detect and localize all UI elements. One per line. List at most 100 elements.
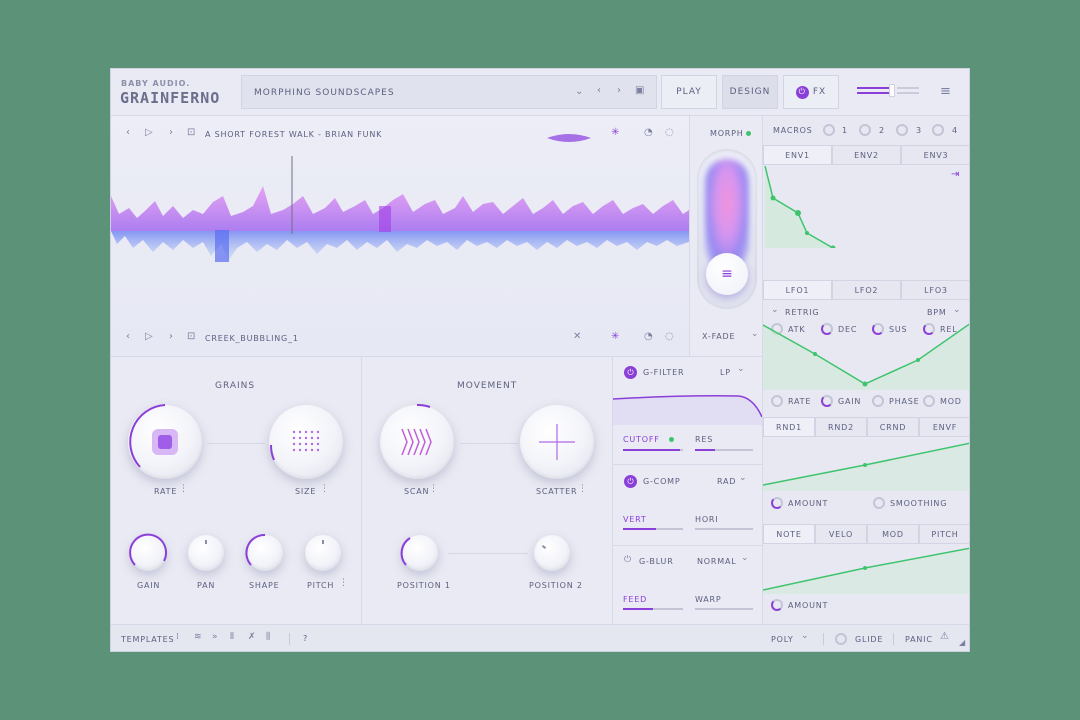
- freeze-icon[interactable]: ✳: [611, 128, 619, 138]
- more-options-icon[interactable]: ⋮: [320, 485, 329, 494]
- tab-envf[interactable]: ENVF: [919, 417, 969, 437]
- tempo-icon[interactable]: ◔: [644, 332, 653, 342]
- retrig-dropdown[interactable]: RETRIG: [785, 308, 819, 317]
- warp-slider[interactable]: [695, 608, 753, 610]
- play-sample-icon[interactable]: ▷: [145, 332, 153, 342]
- hori-slider[interactable]: [695, 528, 753, 530]
- poly-dropdown[interactable]: POLY: [771, 635, 794, 644]
- fx-button[interactable]: ⏻ FX: [783, 75, 839, 109]
- chevron-down-icon[interactable]: ⌄: [953, 306, 961, 315]
- previous-sample-icon[interactable]: ‹: [126, 332, 130, 342]
- chevron-down-icon[interactable]: ⌄: [575, 87, 583, 97]
- feed-slider[interactable]: [623, 608, 683, 610]
- comp-mode-dropdown[interactable]: RAD: [717, 477, 736, 486]
- rate-knob[interactable]: [128, 404, 202, 479]
- chevron-down-icon[interactable]: ⌄: [771, 306, 779, 315]
- lfo-gain-knob[interactable]: [821, 395, 833, 407]
- chevron-down-icon[interactable]: ⌄: [751, 330, 759, 339]
- tab-env2[interactable]: ENV2: [832, 145, 901, 165]
- tab-lfo1[interactable]: LFO1: [763, 280, 832, 300]
- morph-xy-pad[interactable]: ≡: [697, 149, 757, 309]
- feed-label[interactable]: FEED: [623, 595, 647, 604]
- waveform-display[interactable]: [111, 156, 689, 286]
- loop-icon[interactable]: ◌: [665, 332, 674, 342]
- tab-env3[interactable]: ENV3: [901, 145, 969, 165]
- tab-velo[interactable]: VELO: [815, 524, 867, 544]
- pan-knob[interactable]: [188, 535, 224, 571]
- slider-handle[interactable]: [889, 84, 895, 97]
- hori-label[interactable]: HORI: [695, 515, 718, 524]
- lfo-mod-knob[interactable]: [923, 395, 935, 407]
- cutoff-label[interactable]: CUTOFF: [623, 435, 660, 444]
- preset-browser[interactable]: MORPHING SOUNDSCAPES ⌄ ‹ › ▣: [241, 75, 657, 109]
- template-lines-icon[interactable]: ⫼: [266, 633, 270, 642]
- lfo-phase-knob[interactable]: [872, 395, 884, 407]
- gain-knob[interactable]: [129, 533, 167, 571]
- chevron-down-icon[interactable]: ⌄: [741, 554, 749, 563]
- cutoff-slider[interactable]: [623, 449, 683, 451]
- shape-knob[interactable]: [245, 533, 283, 571]
- previous-sample-icon[interactable]: ‹: [126, 128, 130, 138]
- loop-icon[interactable]: ◌: [665, 128, 674, 138]
- more-options-icon[interactable]: ⋮: [429, 485, 438, 494]
- tab-mod[interactable]: MOD: [867, 524, 919, 544]
- pitch-knob[interactable]: [305, 535, 341, 571]
- res-label[interactable]: RES: [695, 435, 713, 444]
- tab-lfo3[interactable]: LFO3: [901, 280, 969, 300]
- chevron-down-icon[interactable]: ⌄: [801, 632, 809, 641]
- res-slider[interactable]: [695, 449, 753, 451]
- template-cross-icon[interactable]: ✗: [248, 633, 256, 642]
- lfo-rate-knob[interactable]: [771, 395, 783, 407]
- next-sample-icon[interactable]: ›: [169, 128, 173, 138]
- filter-curve-display[interactable]: [613, 385, 762, 425]
- size-knob[interactable]: [269, 405, 343, 479]
- scan-knob[interactable]: [380, 403, 454, 479]
- xfade-dropdown[interactable]: X-FADE: [702, 332, 735, 341]
- smoothing-knob[interactable]: [873, 497, 885, 509]
- chevron-down-icon[interactable]: ⌄: [739, 474, 747, 483]
- sample-b-name[interactable]: CREEK_BUBBLING_1: [205, 334, 299, 343]
- macro-knob-4[interactable]: [932, 124, 944, 136]
- vert-label[interactable]: VERT: [623, 515, 647, 524]
- tab-note[interactable]: NOTE: [763, 524, 815, 544]
- tab-lfo2[interactable]: LFO2: [832, 280, 901, 300]
- play-sample-icon[interactable]: ▷: [145, 128, 153, 138]
- help-button[interactable]: ?: [303, 634, 308, 643]
- chevron-down-icon[interactable]: ⌄: [737, 365, 745, 374]
- rnd-amount-knob[interactable]: [771, 497, 783, 509]
- tab-env1[interactable]: ENV1: [763, 145, 832, 165]
- preset-name[interactable]: MORPHING SOUNDSCAPES: [254, 88, 395, 98]
- warning-icon[interactable]: ⚠: [940, 632, 949, 642]
- more-options-icon[interactable]: ⋮: [179, 485, 188, 494]
- template-dots-icon[interactable]: ⁞: [176, 633, 179, 642]
- previous-preset-icon[interactable]: ‹: [597, 86, 601, 96]
- macro-knob-2[interactable]: [859, 124, 871, 136]
- save-icon[interactable]: ▣: [635, 86, 644, 96]
- next-preset-icon[interactable]: ›: [617, 86, 621, 96]
- template-wave-icon[interactable]: ≋: [194, 633, 202, 642]
- note-graph[interactable]: [763, 546, 970, 594]
- design-view-button[interactable]: DESIGN: [722, 75, 778, 109]
- freeze-icon[interactable]: ✳: [611, 332, 619, 342]
- panic-button[interactable]: PANIC: [905, 635, 933, 644]
- morph-handle[interactable]: ≡: [706, 253, 748, 295]
- menu-icon[interactable]: ≡: [940, 85, 951, 98]
- random-graph[interactable]: [763, 441, 970, 491]
- blur-mode-dropdown[interactable]: NORMAL: [697, 557, 736, 566]
- position1-knob[interactable]: [400, 535, 438, 571]
- tab-rnd2[interactable]: RND2: [815, 417, 867, 437]
- lfo-graph[interactable]: [763, 320, 970, 390]
- envelope-graph[interactable]: [763, 166, 970, 248]
- scatter-knob[interactable]: [520, 405, 594, 479]
- output-level-slider[interactable]: [857, 84, 919, 99]
- play-view-button[interactable]: PLAY: [661, 75, 717, 109]
- template-arrows-icon[interactable]: »: [212, 633, 218, 642]
- tempo-icon[interactable]: ◔: [644, 128, 653, 138]
- lock-icon[interactable]: ⊡: [187, 332, 195, 342]
- more-options-icon[interactable]: ⋮: [578, 485, 587, 494]
- close-icon[interactable]: ✕: [573, 332, 581, 342]
- template-bars-icon[interactable]: ⦀: [230, 633, 234, 642]
- next-sample-icon[interactable]: ›: [169, 332, 173, 342]
- filter-mode-dropdown[interactable]: LP: [720, 368, 731, 377]
- vert-slider[interactable]: [623, 528, 683, 530]
